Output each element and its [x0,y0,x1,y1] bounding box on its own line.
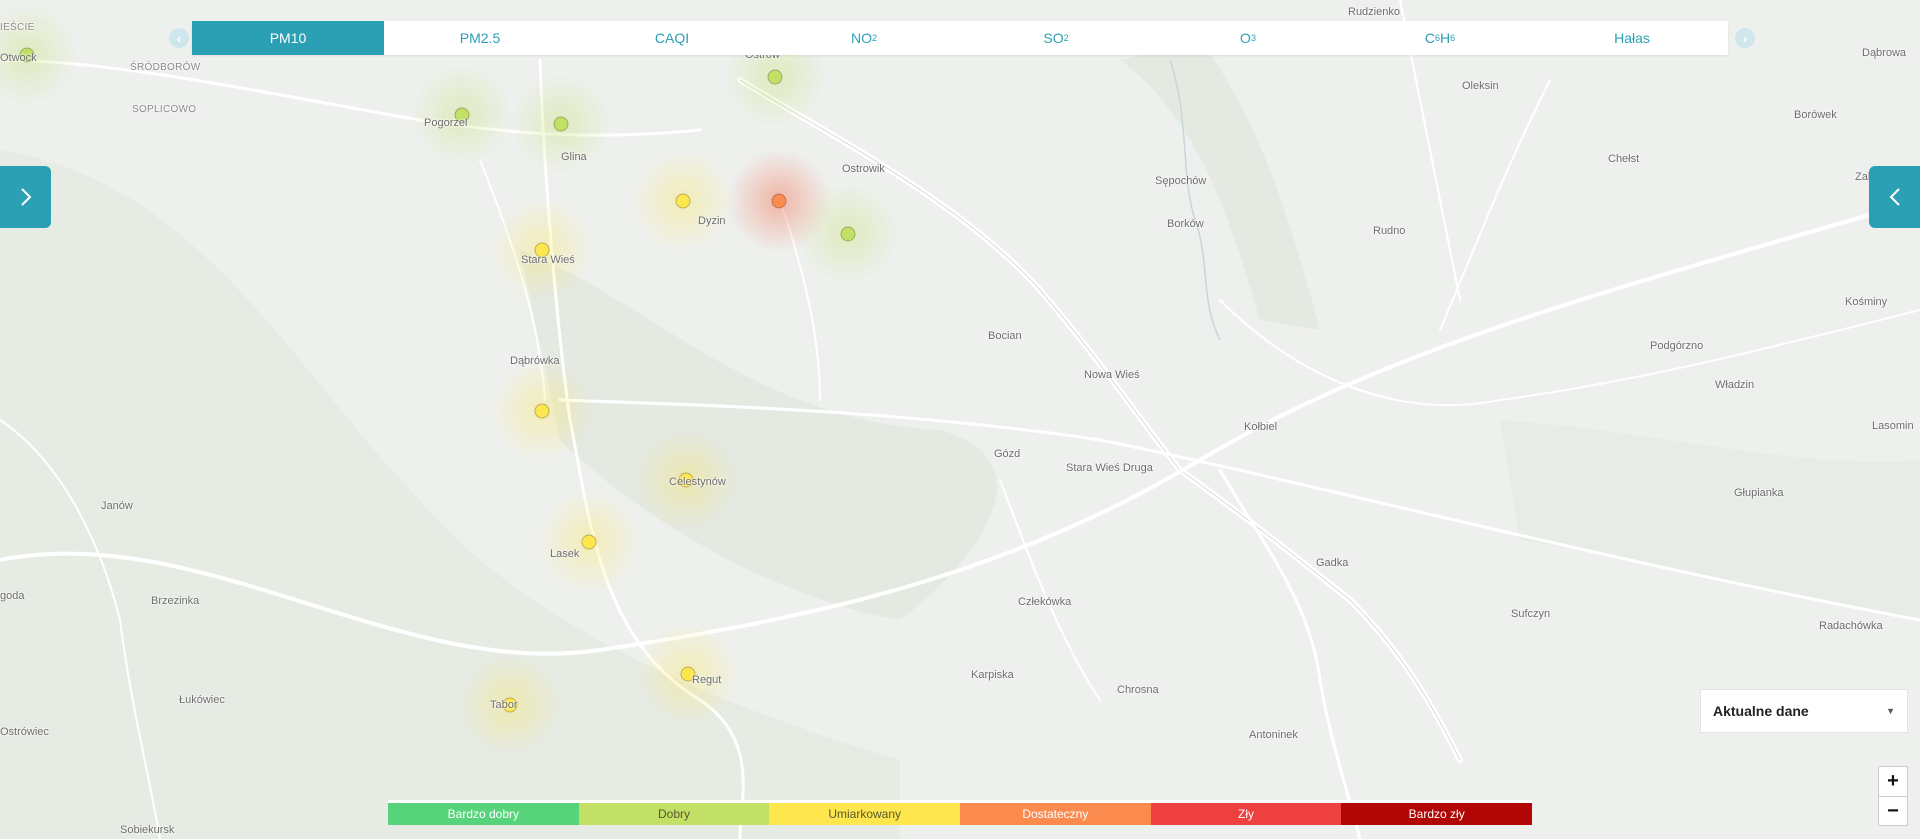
tab-label: Hałas [1614,30,1650,46]
map-place-label: Karpiska [971,669,1014,681]
station-marker[interactable] [553,116,569,132]
legend-item: Bardzo zły [1341,803,1533,825]
tab-label: C [1424,30,1435,46]
map-place-label: Lasek [550,548,580,560]
map-place-label: Borówek [1794,109,1837,121]
map-place-label: Celestynów [669,476,726,488]
tab-label: NO [850,30,872,46]
data-period-value: Aktualne dane [1713,703,1809,719]
chevron-right-icon: › [1742,30,1748,46]
tabs-scroll-right-button[interactable]: › [1735,28,1755,48]
tab-so2[interactable]: SO 2 [960,21,1152,55]
station-marker[interactable] [581,534,597,550]
zoom-out-button[interactable]: − [1879,797,1907,826]
map-place-label: Stara Wieś [521,254,575,266]
legend-item: Bardzo dobry [388,803,579,825]
map-place-label: Gózd [994,448,1021,460]
data-period-select[interactable]: Aktualne dane ▼ [1700,689,1908,733]
legend-item: Zły [1150,803,1342,825]
station-marker[interactable] [771,193,787,209]
legend-item: Dobry [578,803,770,825]
map-place-label: Chełst [1608,153,1640,165]
map-place-label: Kołbiel [1244,421,1278,433]
station-marker[interactable] [534,403,550,419]
map-place-label: Sufczyn [1511,608,1551,620]
tab-label: CAQI [654,30,690,46]
map-place-label: Borków [1167,218,1204,230]
map-place-label: Człekówka [1018,596,1072,608]
zoom-control: + − [1878,766,1908,826]
map-place-label: IEŚCIE [0,22,35,33]
tab-subscript: 2 [871,33,877,43]
map-place-label: Ostrowik [842,163,885,175]
map-place-label: Brzezinka [151,595,200,607]
map-place-label: Głupianka [1734,487,1784,499]
map-place-label: Łukówiec [179,694,225,706]
map-place-label: Dyzin [698,215,726,227]
station-marker[interactable] [767,69,783,85]
map-place-label: Władzin [1715,379,1755,391]
map-place-label: Oleksin [1462,80,1499,92]
zoom-in-button[interactable]: + [1879,767,1907,797]
tab-c6[interactable]: C6H6 [1344,21,1536,55]
map-place-label: Radachówka [1819,620,1883,632]
station-marker[interactable] [675,193,691,209]
chevron-left-icon: ‹ [176,30,182,46]
map-place-label: Glina [561,151,587,163]
map-place-label: Dąbrowa [1862,47,1907,59]
tab-pm10[interactable]: PM10 [192,21,384,55]
tab-pm25[interactable]: PM2.5 [384,21,576,55]
map-place-label: Regut [692,674,722,686]
map-place-label: Stara Wieś Druga [1066,462,1153,474]
pollutant-tab-bar: PM10 PM2.5 CAQI NO 2 SO 2 O 3 C 6 H 6 Hałas [192,21,1728,55]
map-place-label: Bocian [988,330,1022,342]
map-canvas[interactable] [0,0,1920,839]
tab-label: O [1240,30,1251,46]
open-left-panel-button[interactable] [0,166,51,228]
air-quality-legend: Bardzo dobry Dobry Umiarkowany Dostateczny Z… [388,800,1533,825]
map-place-label: Pogorzel [424,117,468,129]
tab-subscript: 2 [1063,33,1069,43]
tabs-scroll-left-button[interactable]: ‹ [169,28,189,48]
map-place-label: ŚRÓDBORÓW [130,62,201,73]
map-place-label: Antoninek [1249,729,1298,741]
station-marker[interactable] [840,226,856,242]
map-place-label: SOPLICOWO [132,104,197,115]
map-place-label: Gadka [1316,557,1349,569]
map-place-label: Sobiekursk [120,824,175,836]
map-place-label: Lasomin [1872,420,1914,432]
open-right-panel-button[interactable] [1869,166,1920,228]
map-place-label: Sępochów [1155,175,1207,187]
map-place-label: goda [0,590,25,602]
chevron-right-icon [20,188,31,206]
map-place-label: Rudno [1373,225,1406,237]
map-place-label: Otwock [0,52,37,64]
map-place-label: Kośminy [1845,296,1888,308]
map-place-label: Chrosna [1117,684,1159,696]
tab-subscript: 3 [1250,33,1256,43]
tab-no2[interactable]: NO 2 [768,21,960,55]
map-place-label: Dąbrówka [510,355,560,367]
map-place-label: Podgórzno [1650,340,1704,352]
tab-o3[interactable]: O3 [1152,21,1344,55]
map-place-label: Nowa Wieś [1084,369,1140,381]
tab-haas[interactable]: Hałas [1536,21,1728,55]
map-place-label: Janów [101,500,133,512]
legend-item: Dostateczny [960,803,1151,825]
tab-caqi[interactable]: CAQI [576,21,768,55]
map-place-label: Tabor [490,699,518,711]
chevron-left-icon [1889,188,1900,206]
caret-down-icon: ▼ [1886,706,1895,716]
tab-label: PM10 [269,30,307,46]
tab-subscript: 6 [1450,33,1456,43]
map-place-label: Ostrówiec [0,726,49,738]
legend-item: Umiarkowany [769,803,961,825]
tab-label: SO [1043,30,1064,46]
tab-label: PM2.5 [459,30,501,46]
tab-label-rest: H [1440,30,1451,46]
map-place-label: Rudzienko [1348,6,1400,18]
